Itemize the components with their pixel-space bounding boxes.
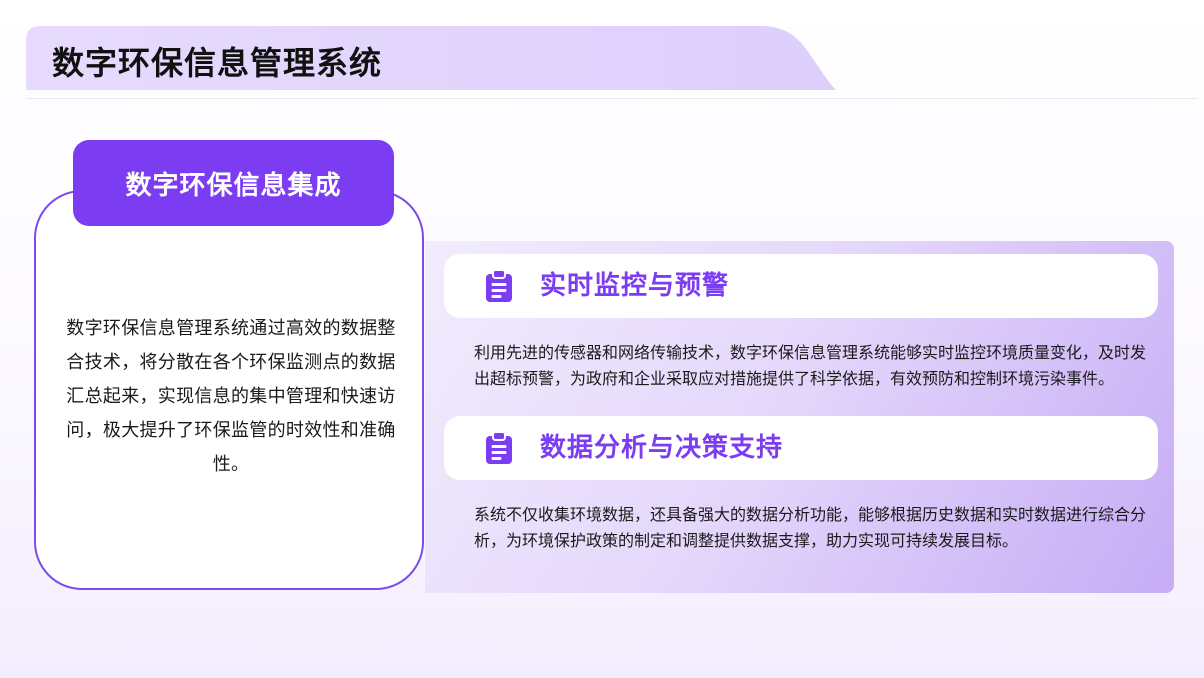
section-header-monitoring: 实时监控与预警 (444, 254, 1158, 318)
clipboard-icon (486, 269, 512, 302)
section-body-analysis: 系统不仅收集环境数据，还具备强大的数据分析功能，能够根据历史数据和实时数据进行综… (474, 505, 1147, 550)
title-divider (26, 98, 1198, 99)
clipboard-icon (486, 431, 512, 464)
section-body-monitoring: 利用先进的传感器和网络传输技术，数字环保信息管理系统能够实时监控环境质量变化，及… (474, 343, 1147, 388)
section-title-analysis: 数据分析与决策支持 (540, 433, 784, 463)
integration-card-body: 数字环保信息管理系统通过高效的数据整合技术，将分散在各个环保监测点的数据汇总起来… (66, 318, 396, 475)
section-header-analysis: 数据分析与决策支持 (444, 416, 1158, 480)
page-title: 数字环保信息管理系统 (52, 44, 383, 82)
integration-card-title: 数字环保信息集成 (73, 140, 394, 226)
title-banner: 数字环保信息管理系统 (26, 26, 836, 90)
section-title-monitoring: 实时监控与预警 (540, 271, 730, 301)
